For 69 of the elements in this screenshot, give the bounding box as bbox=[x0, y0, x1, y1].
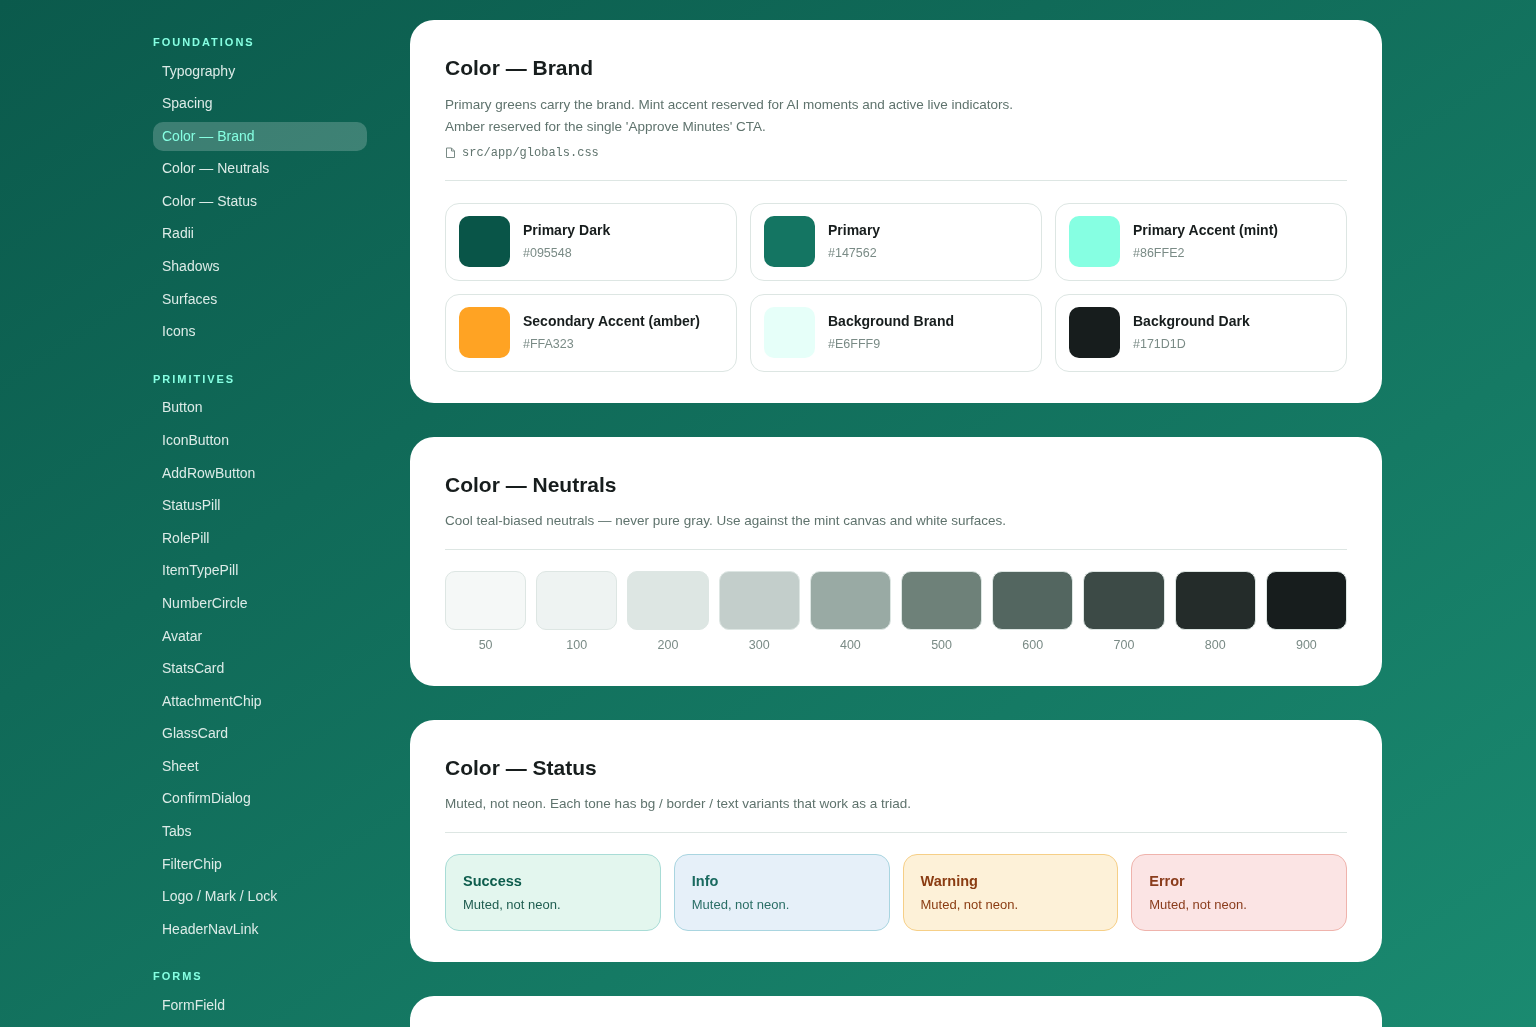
swatch-hex: #147562 bbox=[828, 245, 878, 263]
swatch-name: Primary Accent (mint) bbox=[1133, 221, 1278, 241]
nav-item[interactable]: Logo / Mark / Lock bbox=[153, 882, 367, 912]
status-text: Muted, not neon. bbox=[463, 895, 562, 914]
section-title: Color — Status bbox=[445, 754, 598, 781]
nav-item[interactable]: Spacing bbox=[153, 89, 367, 119]
swatch-hex: #095548 bbox=[523, 245, 573, 263]
nav-item[interactable]: Tabs bbox=[153, 817, 367, 847]
swatch-label: 300 bbox=[748, 637, 770, 654]
nav-item[interactable]: HeaderNavLink bbox=[153, 914, 367, 944]
status-text: Muted, not neon. bbox=[1149, 895, 1248, 914]
nav-item[interactable]: Sheet bbox=[153, 751, 367, 781]
swatch-name: Primary bbox=[828, 221, 881, 241]
nav-item[interactable]: ItemTypePill bbox=[153, 556, 367, 586]
nav-item[interactable]: RolePill bbox=[153, 523, 367, 553]
swatch-name: Background Brand bbox=[828, 312, 954, 332]
status-title: Info bbox=[691, 872, 720, 892]
section-title: Color — Neutrals bbox=[445, 471, 618, 498]
swatch-hex: #171D1D bbox=[1133, 336, 1187, 354]
description-text: Muted, not neon. Each tone has bg / border / text variants that work as a triad. bbox=[445, 795, 912, 814]
nav-item[interactable]: FormField bbox=[153, 990, 367, 1020]
swatch-label: 200 bbox=[657, 637, 679, 654]
status-text: Muted, not neon. bbox=[691, 895, 791, 914]
nav-item[interactable]: AddRowButton bbox=[153, 458, 367, 488]
nav-item[interactable]: Typography bbox=[153, 56, 367, 86]
swatch-name: Secondary Accent (amber) bbox=[523, 312, 700, 332]
status-title: Error bbox=[1149, 872, 1186, 892]
nav-item[interactable]: Color — Status bbox=[153, 186, 367, 216]
swatch-label: 500 bbox=[931, 637, 952, 654]
swatch-label: 800 bbox=[1204, 637, 1226, 654]
nav-item[interactable]: ConfirmDialog bbox=[153, 784, 367, 814]
status-title: Warning bbox=[920, 872, 979, 892]
swatch-name: Primary Dark bbox=[523, 221, 611, 241]
nav-item[interactable]: AttachmentChip bbox=[153, 686, 367, 716]
nav-item[interactable]: NumberCircle bbox=[153, 588, 367, 618]
swatch-hex: #86FFE2 bbox=[1133, 245, 1186, 263]
swatch-label: 100 bbox=[566, 637, 588, 654]
swatch-hex: #E6FFF9 bbox=[828, 336, 882, 354]
nav-item[interactable]: Avatar bbox=[153, 621, 367, 651]
nav-item[interactable]: Color — Brand bbox=[153, 121, 367, 151]
section-title: Color — Brand bbox=[445, 55, 595, 81]
swatch-label: 900 bbox=[1295, 637, 1317, 654]
nav-item[interactable]: Color — Neutrals bbox=[153, 154, 367, 184]
file-icon bbox=[445, 146, 456, 159]
nav-item[interactable]: Surfaces bbox=[153, 284, 367, 314]
swatch-hex: #FFA323 bbox=[523, 336, 575, 354]
nav-item[interactable]: Icons bbox=[153, 317, 367, 347]
description-text: Primary greens carry the brand. Mint accent reserved for AI moments and active live indicators. bbox=[445, 95, 1014, 114]
section-heading: PRIMITIVES bbox=[153, 371, 236, 387]
status-title: Success bbox=[463, 872, 523, 892]
nav-item[interactable]: IconButton bbox=[153, 425, 367, 455]
nav-item[interactable]: Shadows bbox=[153, 252, 367, 282]
swatch-label: 50 bbox=[478, 637, 493, 654]
swatch-name: Background Dark bbox=[1133, 312, 1250, 332]
section-heading: FOUNDATIONS bbox=[153, 35, 255, 50]
description-text: Amber reserved for the single 'Approve Minutes' CTA. bbox=[445, 117, 767, 136]
file-path: src/app/globals.css bbox=[462, 144, 599, 162]
nav-item[interactable]: FilterChip bbox=[153, 849, 367, 879]
description-text: Cool teal-biased neutrals — never pure gray. Use against the mint canvas and white surfaces. bbox=[445, 512, 1008, 530]
swatch-label: 400 bbox=[839, 637, 861, 654]
section-heading: FORMS bbox=[153, 969, 203, 985]
swatch-label: 700 bbox=[1113, 637, 1135, 654]
nav-item[interactable]: Radii bbox=[153, 219, 367, 249]
nav-item[interactable]: StatsCard bbox=[153, 654, 367, 684]
swatch-label: 600 bbox=[1022, 637, 1044, 654]
nav-item[interactable]: StatusPill bbox=[153, 491, 367, 521]
nav-item[interactable]: Button bbox=[153, 393, 367, 423]
status-text: Muted, not neon. bbox=[920, 895, 1020, 914]
nav-item[interactable]: GlassCard bbox=[153, 719, 367, 749]
